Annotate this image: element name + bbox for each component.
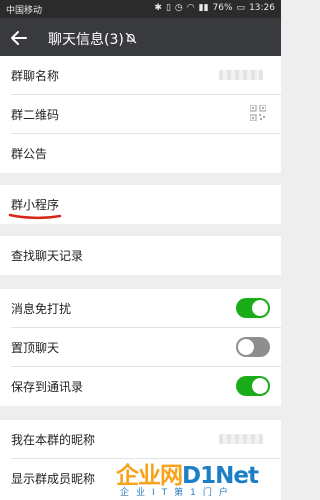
group-name-label: 群聊名称 [11, 69, 60, 83]
pin-chat-label: 置顶聊天 [11, 341, 60, 355]
status-bar: 中国移动 ✱ ▯ ◷ ◠ ▮▮ 76% ▭ 13:26 [0, 0, 281, 18]
search-chat-history-label: 查找聊天记录 [11, 249, 84, 263]
mute-notifications-label: 消息免打扰 [11, 302, 72, 316]
watermark-subtitle: 企业IT第1门户 [120, 488, 235, 498]
alarm-icon: ◷ [174, 3, 183, 13]
toggle-knob [238, 339, 254, 355]
bluetooth-icon: ✱ [154, 3, 162, 13]
status-icons: ✱ ▯ ◷ ◠ ▮▮ 76% ▭ 13:26 [154, 3, 275, 13]
group-qr-label: 群二维码 [11, 108, 60, 122]
chat-info-group: 群聊名称 群二维码 群公告 [0, 56, 281, 173]
page-title: 聊天信息(3) [48, 32, 124, 48]
group-name-value [219, 70, 263, 80]
red-underline-annotation [8, 213, 62, 220]
save-to-contacts-label: 保存到通讯录 [11, 380, 84, 394]
group-qr-row[interactable]: 群二维码 [0, 95, 281, 134]
wifi-icon: ◠ [186, 3, 195, 13]
group-announcement-label: 群公告 [11, 147, 48, 161]
my-group-nickname-label: 我在本群的昵称 [11, 433, 96, 447]
pin-chat-toggle[interactable] [236, 337, 270, 357]
mute-notifications-row: 消息免打扰 [0, 289, 281, 328]
toggle-knob [252, 378, 268, 394]
search-history-group: 查找聊天记录 [0, 236, 281, 275]
save-to-contacts-toggle[interactable] [236, 376, 270, 396]
group-announcement-row[interactable]: 群公告 [0, 134, 281, 173]
mute-notifications-toggle[interactable] [236, 298, 270, 318]
my-group-nickname-value [219, 434, 263, 444]
bell-muted-icon [125, 32, 137, 44]
search-chat-history-row[interactable]: 查找聊天记录 [0, 236, 281, 275]
site-watermark: 企业网D1Net 企业IT第1门户 [116, 456, 281, 500]
my-group-nickname-row[interactable]: 我在本群的昵称 [0, 420, 281, 459]
show-member-nicknames-label: 显示群成员昵称 [11, 472, 96, 486]
clock: 13:26 [249, 3, 275, 13]
vibrate-icon: ▯ [165, 3, 171, 13]
chat-settings-group: 消息免打扰 置顶聊天 保存到通讯录 [0, 289, 281, 406]
signal-icon: ▮▮ [198, 3, 209, 13]
battery-percent: 76% [212, 3, 233, 13]
battery-icon: ▭ [236, 3, 246, 13]
qr-code-icon [250, 105, 266, 121]
save-to-contacts-row: 保存到通讯录 [0, 367, 281, 406]
pin-chat-row: 置顶聊天 [0, 328, 281, 367]
toggle-knob [252, 300, 268, 316]
arrow-left-icon[interactable] [8, 27, 30, 49]
group-name-row[interactable]: 群聊名称 [0, 56, 281, 95]
carrier-name: 中国移动 [6, 6, 43, 16]
title-bar: 聊天信息(3) [0, 18, 281, 60]
